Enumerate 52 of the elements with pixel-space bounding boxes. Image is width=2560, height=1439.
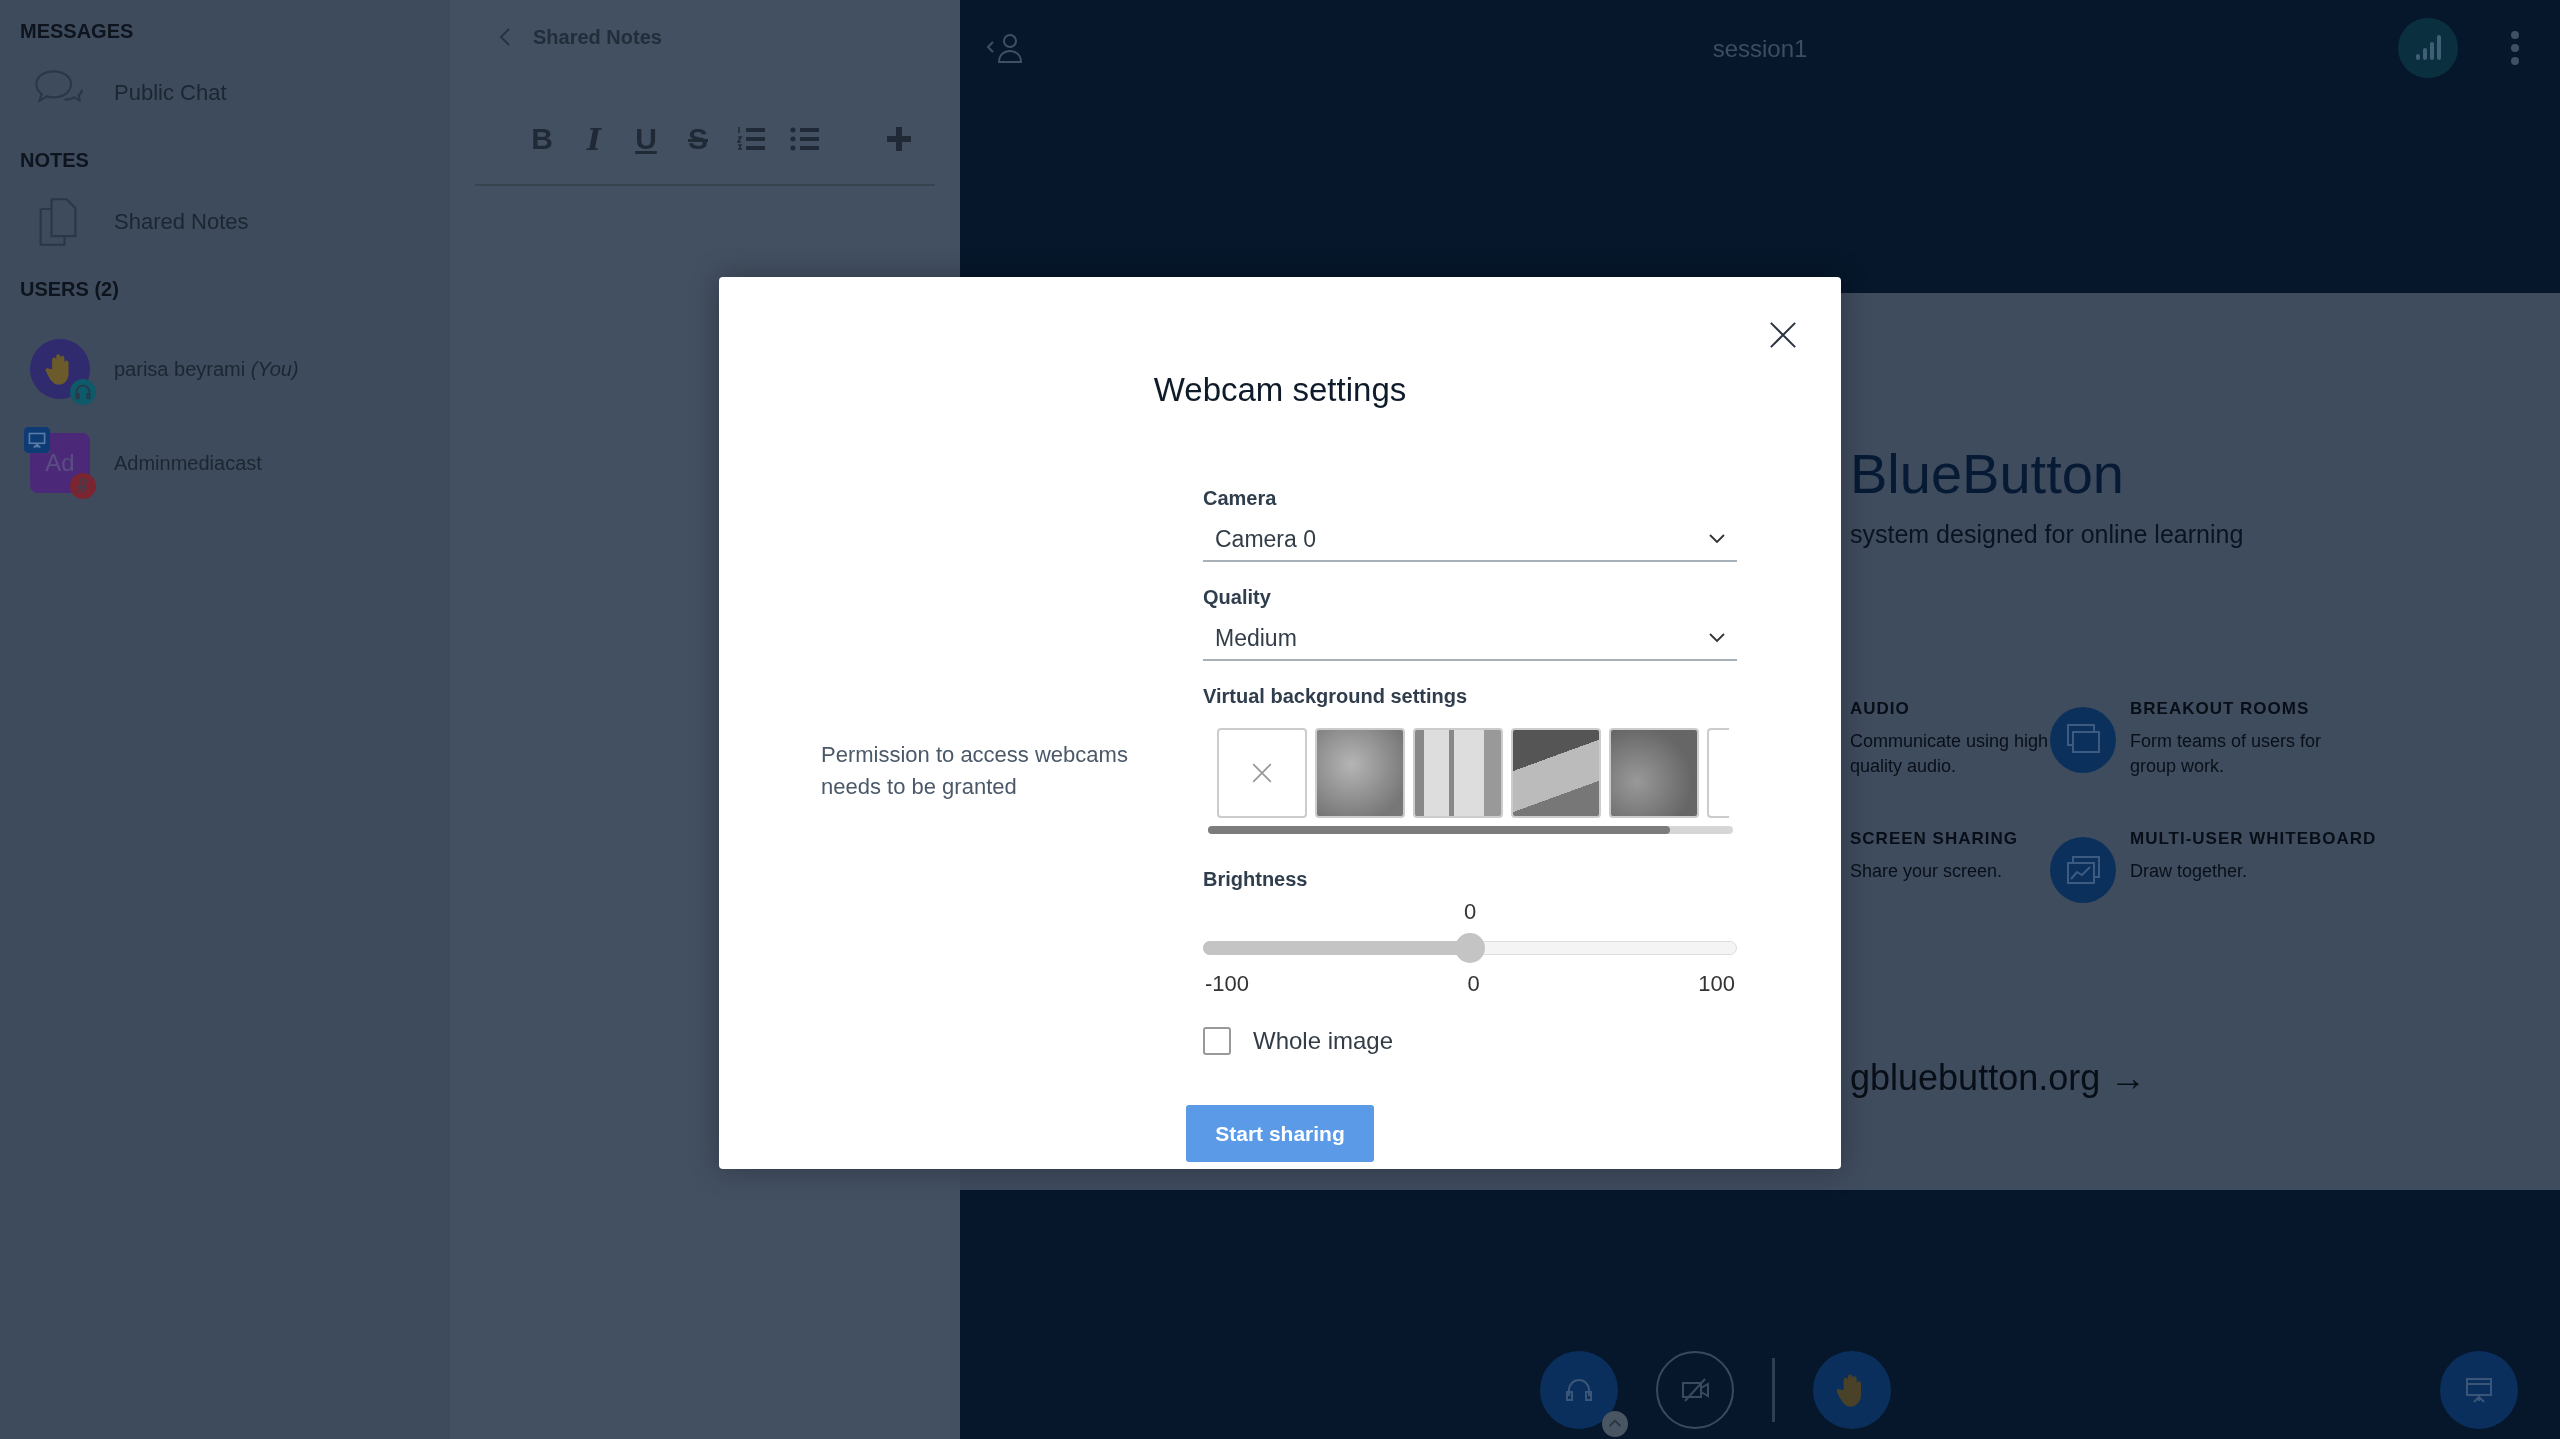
signal-bars-icon[interactable] — [2398, 18, 2458, 78]
field-label: Virtual background settings — [1203, 685, 1469, 708]
checkbox-label: Whole image — [1253, 1027, 1394, 1055]
brightness-slider[interactable] — [1203, 933, 1737, 963]
feature-title: MULTI-USER WHITEBOARD — [2130, 829, 2377, 850]
section-title: USERS (2) — [20, 278, 120, 301]
slider-value: 0 — [1463, 899, 1477, 925]
feature-description: Communicate using high quality audio. — [1850, 730, 2050, 779]
dropdown[interactable]: Camera 0 — [1203, 518, 1737, 562]
field-label: Brightness — [1203, 868, 1309, 891]
background-option[interactable] — [1707, 728, 1729, 818]
video-off-button[interactable] — [1655, 1351, 1734, 1429]
chevron-left-icon[interactable] — [499, 27, 511, 47]
slide-subtitle: system designed for online learning — [1850, 520, 2245, 549]
feature-title: BREAKOUT ROOMS — [2130, 699, 2311, 719]
dialog-title: Webcam settings — [1152, 371, 1408, 409]
background-thumbnail[interactable] — [1511, 728, 1601, 818]
slider-thumb[interactable] — [1455, 933, 1485, 963]
slider-mid-label: 0 — [1467, 971, 1480, 997]
no-background-option[interactable] — [1217, 728, 1307, 818]
feature-title: AUDIO — [1850, 699, 1911, 719]
feature-title: SCREEN SHARING — [1850, 829, 2018, 850]
dropdown[interactable]: Medium — [1203, 617, 1737, 661]
background-thumbnail[interactable] — [1609, 728, 1699, 818]
slider-max-label: 100 — [1698, 971, 1735, 997]
field-label: Camera — [1203, 487, 1278, 510]
permission-message: Permission to access webcams needs to be granted — [821, 741, 1129, 801]
checkbox[interactable] — [1203, 1027, 1231, 1055]
more-options-icon[interactable] — [2510, 30, 2520, 66]
chart-windows-icon — [2050, 837, 2116, 904]
background-thumbnail[interactable] — [1315, 728, 1405, 818]
feature-description: Draw together. — [2130, 860, 2249, 884]
section-title: NOTES — [20, 149, 90, 172]
background-thumbnail[interactable] — [1413, 728, 1503, 818]
close-icon[interactable] — [1769, 321, 1797, 349]
plus-icon[interactable] — [884, 125, 914, 153]
section-title: MESSAGES — [20, 20, 135, 43]
feature-description: Form teams of users for group work. — [2130, 730, 2323, 779]
chevron-down-icon — [1709, 633, 1725, 643]
slider-min-label: -100 — [1205, 971, 1250, 997]
slide-title: BlueButton — [1850, 441, 2125, 506]
x-icon — [1251, 762, 1273, 784]
caret-icon[interactable] — [1601, 1411, 1628, 1437]
numbered-list-icon[interactable] — [736, 125, 766, 153]
chevron-down-icon — [1709, 534, 1725, 544]
feature-description: Share your screen. — [1850, 860, 2004, 884]
field-label: Quality — [1203, 586, 1272, 609]
user-avatar[interactable] — [30, 339, 90, 399]
horizontal-scrollbar[interactable] — [1208, 826, 1733, 834]
start-sharing-button[interactable]: Start sharing — [1186, 1105, 1374, 1162]
bullet-list-icon[interactable] — [790, 125, 820, 153]
windows-icon — [2050, 707, 2116, 773]
